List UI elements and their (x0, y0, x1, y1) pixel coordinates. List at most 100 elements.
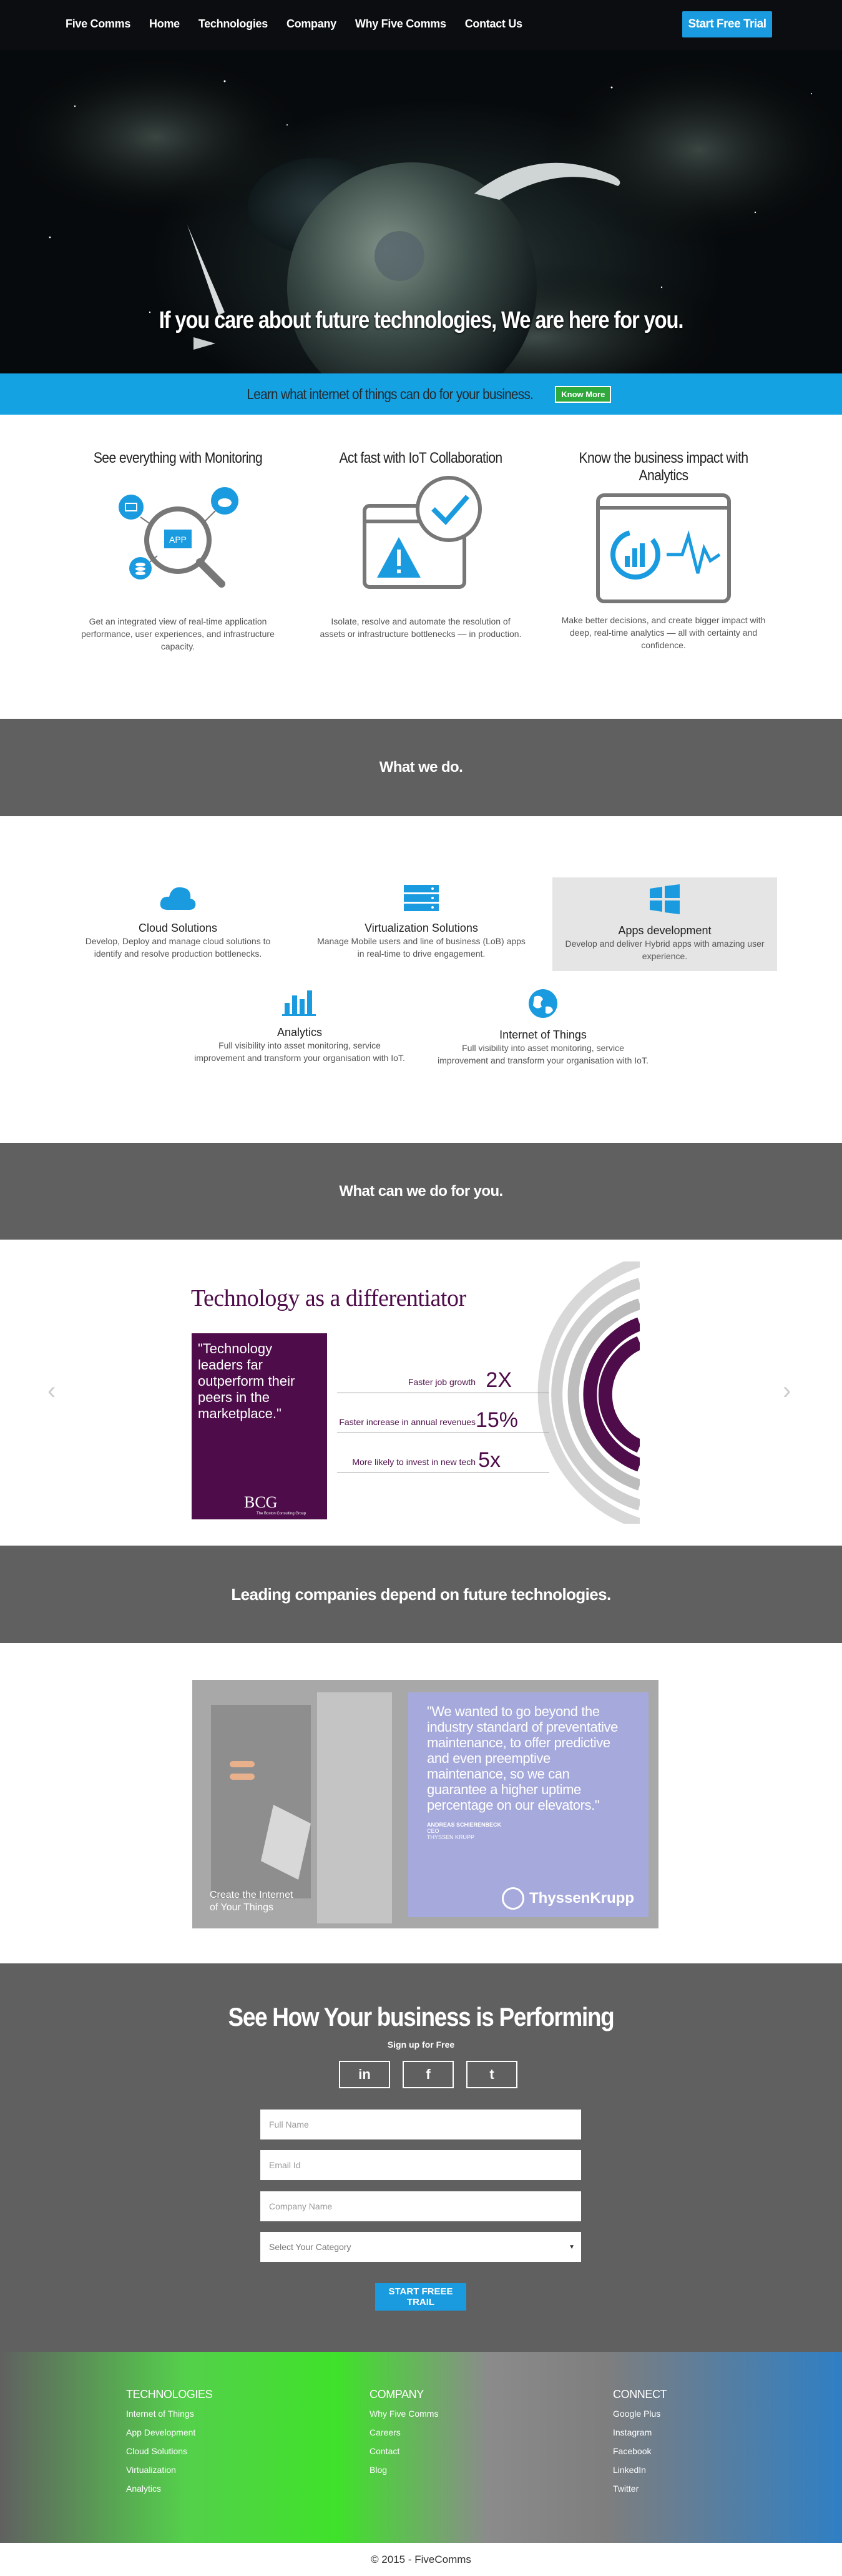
footer-link[interactable]: Cloud Solutions (126, 2446, 212, 2456)
footer-col-company: COMPANY Why Five Comms Careers Contact B… (370, 2388, 438, 2484)
service-title: Virtualization Solutions (365, 922, 478, 934)
brand-name: ThyssenKrupp (529, 1890, 635, 1907)
stat-value: 5x (478, 1448, 501, 1472)
nav-contact-us[interactable]: Contact Us (465, 17, 522, 31)
globe-icon (529, 989, 557, 1018)
bcg-quote-card: "Technology leaders far outperform their… (192, 1333, 327, 1519)
bcg-logo: BCG (244, 1493, 278, 1511)
service-title: Analytics (277, 1026, 323, 1039)
windows-icon (650, 884, 680, 914)
thyssenkrupp-logo: ThyssenKrupp (502, 1887, 634, 1910)
slide-title: Technology as a differentiator (191, 1285, 466, 1311)
promo-text: Learn what internet of things can do for… (247, 385, 533, 402)
linkedin-icon[interactable]: in (339, 2061, 390, 2088)
section-title: Leading companies depend on future techn… (231, 1584, 611, 1604)
service-cloud-solutions[interactable]: Cloud Solutions Develop, Deploy and mana… (66, 877, 290, 971)
service-text: Full visibility into asset monitoring, s… (194, 1040, 405, 1063)
feature-title: Act fast with IoT Collaboration (339, 450, 502, 466)
carousel-prev[interactable]: ‹ (47, 1377, 56, 1405)
collaboration-icon (363, 476, 482, 589)
footer-heading: COMPANY (370, 2388, 424, 2401)
footer-link[interactable]: Blog (370, 2465, 438, 2475)
signup-title: See How Your business is Performing (228, 2002, 615, 2031)
what-we-do-heading: What we do. (0, 719, 842, 816)
start-free-trial-button[interactable]: Start Free Trial (682, 11, 772, 37)
full-name-input[interactable]: Full Name (260, 2110, 581, 2139)
social-buttons: in f t (339, 2061, 530, 2088)
bcg-logo-sub: The Boston Consulting Group (257, 1512, 306, 1516)
company-name-input[interactable]: Company Name (260, 2191, 581, 2221)
testimonial-card: Create the Internet of Your Things "We w… (192, 1680, 658, 1928)
footer-link[interactable]: Contact (370, 2446, 438, 2456)
select-value: Select Your Category (269, 2242, 351, 2252)
footer: TECHNOLOGIES Internet of Things App Deve… (0, 2352, 842, 2543)
service-analytics[interactable]: Analytics Full visibility into asset mon… (187, 982, 412, 1075)
twitter-icon[interactable]: t (466, 2061, 517, 2088)
footer-link[interactable]: Google Plus (613, 2409, 667, 2419)
brand-link[interactable]: Five Comms (66, 17, 130, 31)
service-text: Develop and deliver Hybrid apps with ama… (565, 939, 765, 961)
testimonial-role: CEO (427, 1828, 439, 1834)
nav-technologies[interactable]: Technologies (198, 17, 268, 31)
footer-link[interactable]: Instagram (613, 2427, 667, 2437)
know-more-button[interactable]: Know More (555, 385, 612, 403)
footer-link[interactable]: Careers (370, 2427, 438, 2437)
footer-heading: TECHNOLOGIES (126, 2388, 213, 2401)
stat-row: Faster increase in annual revenues 15% (337, 1408, 549, 1433)
feature-collaboration: Act fast with IoT Collaboration Isolate,… (302, 450, 539, 640)
feature-text: Make better decisions, and create bigger… (561, 615, 766, 650)
carousel-next[interactable]: › (783, 1377, 791, 1405)
nav-why-five-comms[interactable]: Why Five Comms (355, 17, 446, 31)
start-trial-submit-button[interactable]: START FREEE TRAIL (375, 2283, 466, 2311)
section-title: What we do. (379, 759, 463, 776)
service-apps-development[interactable]: Apps development Develop and deliver Hyb… (552, 877, 777, 971)
dropdown-arrow-icon: ▼ (569, 2243, 575, 2251)
footer-col-technologies: TECHNOLOGIES Internet of Things App Deve… (126, 2388, 213, 2502)
what-can-heading: What can we do for you. (0, 1143, 842, 1240)
feature-analytics: Know the business impact with Analytics … (545, 450, 782, 651)
footer-link[interactable]: Internet of Things (126, 2409, 212, 2419)
feature-title: Know the business impact with Analytics (579, 450, 749, 484)
nav-home[interactable]: Home (149, 17, 180, 31)
svg-text:APP: APP (169, 535, 187, 545)
footer-link[interactable]: LinkedIn (613, 2465, 667, 2475)
footer-col-connect: CONNECT Google Plus Instagram Facebook L… (613, 2388, 667, 2502)
service-title: Internet of Things (499, 1029, 587, 1041)
stat-label: Faster increase in annual revenues (339, 1417, 476, 1427)
service-text: Manage Mobile users and line of business… (317, 936, 526, 959)
testimonial-company: THYSSEN KRUPP (427, 1834, 475, 1840)
testimonial-caption: Create the Internet of Your Things (210, 1890, 293, 1913)
stat-row: More likely to invest in new tech 5x (337, 1448, 549, 1473)
testimonial-panel: "We wanted to go beyond the industry sta… (408, 1692, 649, 1917)
category-select[interactable]: Select Your Category ▼ (260, 2232, 581, 2262)
nav-company[interactable]: Company (286, 17, 336, 31)
bar-chart-icon (282, 990, 316, 1016)
footer-link[interactable]: Twitter (613, 2484, 667, 2494)
carousel: ‹ › Technology as a differentiator "Tech… (0, 1240, 842, 1546)
leading-companies-heading: Leading companies depend on future techn… (0, 1546, 842, 1643)
service-title: Cloud Solutions (138, 922, 218, 934)
footer-link[interactable]: Analytics (126, 2484, 212, 2494)
service-virtualization[interactable]: Virtualization Solutions Manage Mobile u… (309, 877, 534, 971)
service-text: Develop, Deploy and manage cloud solutio… (85, 936, 271, 959)
server-icon (404, 885, 439, 911)
analytics-dashboard-icon (596, 493, 731, 603)
feature-text: Isolate, resolve and automate the resolu… (320, 616, 522, 639)
footer-link[interactable]: Why Five Comms (370, 2409, 438, 2419)
stat-row: Faster job growth 2X (337, 1368, 549, 1393)
feature-monitoring: See everything with Monitoring APP Get a… (59, 450, 296, 653)
testimonial-quote: "We wanted to go beyond the industry sta… (427, 1704, 618, 1813)
spaceship-left (187, 225, 225, 315)
service-title: Apps development (618, 924, 712, 937)
stat-label: Faster job growth (408, 1377, 476, 1387)
footer-link[interactable]: App Development (126, 2427, 212, 2437)
nav-menu: Five Comms Home Technologies Company Why… (66, 17, 541, 31)
service-internet-of-things[interactable]: Internet of Things Full visibility into … (431, 982, 655, 1075)
footer-link[interactable]: Facebook (613, 2446, 667, 2456)
promo-band: Learn what internet of things can do for… (0, 373, 842, 415)
facebook-icon[interactable]: f (403, 2061, 454, 2088)
copyright: © 2015 - FiveComms (0, 2543, 842, 2576)
footer-link[interactable]: Virtualization (126, 2465, 212, 2475)
hero-headline: If you care about future technologies, W… (159, 307, 684, 333)
email-input[interactable]: Email Id (260, 2150, 581, 2180)
